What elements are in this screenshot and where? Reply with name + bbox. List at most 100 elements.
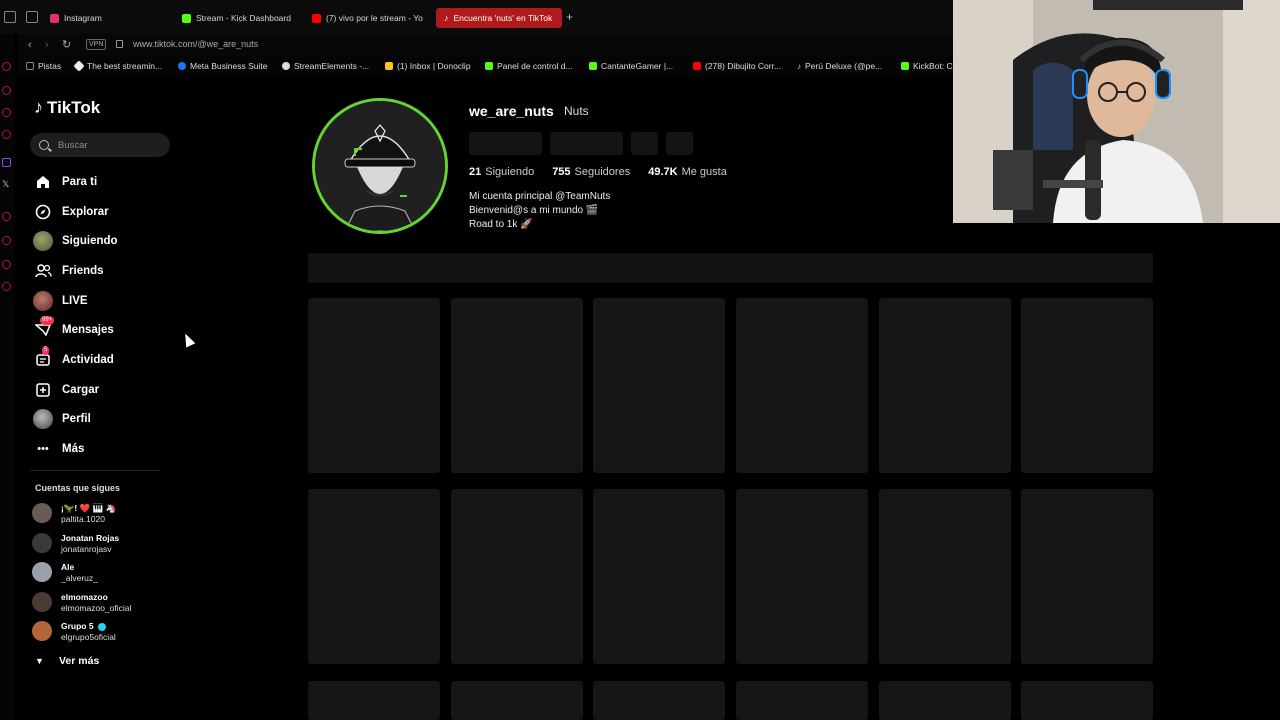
home-icon bbox=[32, 171, 54, 193]
nav-perfil[interactable]: Perfil bbox=[32, 405, 172, 435]
video-thumbnail-placeholder[interactable] bbox=[593, 681, 725, 720]
video-thumbnail-placeholder[interactable] bbox=[879, 489, 1011, 664]
panel-icon[interactable] bbox=[2, 236, 11, 245]
video-thumbnail-placeholder[interactable] bbox=[1021, 298, 1153, 473]
video-thumbnail-placeholder[interactable] bbox=[1021, 681, 1153, 720]
nav-explorar[interactable]: Explorar bbox=[32, 197, 172, 227]
lock-icon[interactable] bbox=[116, 40, 123, 48]
bookmark-item[interactable]: Pistas bbox=[26, 61, 61, 71]
verified-icon bbox=[97, 623, 106, 632]
nav-cargar[interactable]: Cargar bbox=[32, 375, 172, 405]
bookmark-item[interactable]: KickBot: C bbox=[901, 61, 953, 71]
video-thumbnail-placeholder[interactable] bbox=[451, 298, 583, 473]
address-bar: ‹ › ↻ VPN www.tiktok.com/@we_are_nuts bbox=[18, 34, 955, 56]
panel-icon[interactable] bbox=[2, 282, 11, 291]
panel-icon[interactable] bbox=[2, 130, 11, 139]
browser-tab-bar: Instagram Stream - Kick Dashboard (7) vi… bbox=[0, 0, 955, 34]
share-button[interactable] bbox=[666, 132, 693, 155]
settings-button[interactable] bbox=[631, 132, 658, 155]
following-account[interactable]: ¡🦖! ❤️ 🎹 🦄 paltita.1020 bbox=[32, 500, 172, 530]
see-more-button[interactable]: ▼ Ver más bbox=[35, 655, 99, 667]
tab-youtube[interactable]: (7) vivo por le stream - Yo bbox=[312, 9, 428, 27]
sidebar-nav: Para ti Explorar Siguiendo Friends LIVE … bbox=[32, 167, 172, 464]
bookmark-item[interactable]: (1) Inbox | Donoclip bbox=[385, 61, 471, 71]
search-input[interactable]: Buscar bbox=[30, 133, 170, 157]
bookmark-item[interactable]: CantanteGamer |... bbox=[589, 61, 673, 71]
tab-search-icon[interactable] bbox=[4, 11, 16, 23]
bio-line: Mi cuenta principal @TeamNuts bbox=[469, 191, 611, 202]
search-placeholder: Buscar bbox=[58, 139, 88, 151]
tiktok-favicon: ♪ bbox=[797, 61, 801, 71]
back-icon[interactable]: ‹ bbox=[28, 39, 32, 51]
nav-live[interactable]: LIVE bbox=[32, 286, 172, 316]
chevron-down-icon: ▼ bbox=[35, 656, 44, 666]
x-icon[interactable]: 𝕏 bbox=[2, 180, 11, 189]
bookmark-item[interactable]: Meta Business Suite bbox=[178, 61, 267, 71]
following-account[interactable]: Ale _alveruz_ bbox=[32, 559, 172, 589]
video-thumbnail-placeholder[interactable] bbox=[1021, 489, 1153, 664]
bookmark-item[interactable]: The best streamin... bbox=[73, 60, 162, 72]
compass-icon bbox=[32, 201, 54, 223]
nav-para-ti[interactable]: Para ti bbox=[32, 167, 172, 197]
profile-avatar[interactable] bbox=[312, 98, 448, 234]
forward-icon[interactable]: › bbox=[45, 39, 49, 51]
live-avatar-icon bbox=[32, 290, 54, 312]
video-thumbnail-placeholder[interactable] bbox=[736, 298, 868, 473]
panel-icon[interactable] bbox=[2, 86, 11, 95]
panel-icon[interactable] bbox=[2, 212, 11, 221]
nav-friends[interactable]: Friends bbox=[32, 256, 172, 286]
activity-icon: 5 bbox=[32, 345, 54, 371]
friends-icon bbox=[32, 260, 54, 282]
tab-kick-dashboard[interactable]: Stream - Kick Dashboard bbox=[182, 9, 302, 27]
nav-siguiendo[interactable]: Siguiendo bbox=[32, 226, 172, 256]
panel-icon[interactable] bbox=[2, 108, 11, 117]
video-thumbnail-placeholder[interactable] bbox=[879, 681, 1011, 720]
profile-avatar-icon bbox=[32, 408, 54, 430]
bookmark-item[interactable]: StreamElements -... bbox=[282, 61, 369, 71]
video-thumbnail-placeholder[interactable] bbox=[308, 489, 440, 664]
logo-text: TikTok bbox=[47, 97, 101, 117]
profile-stats: 21 Siguiendo 755 Seguidores 49.7K Me gusta bbox=[469, 166, 727, 178]
twitch-icon[interactable] bbox=[2, 158, 11, 167]
following-count[interactable]: 21 Siguiendo bbox=[469, 166, 534, 178]
edit-profile-button[interactable] bbox=[469, 132, 542, 155]
promote-button[interactable] bbox=[550, 132, 623, 155]
tab-label: (7) vivo por le stream - Yo bbox=[326, 13, 423, 23]
workspaces-icon[interactable] bbox=[26, 11, 38, 23]
sidebar-divider bbox=[30, 470, 160, 471]
video-thumbnail-placeholder[interactable] bbox=[308, 298, 440, 473]
mouse-cursor bbox=[180, 331, 196, 348]
followers-count[interactable]: 755 Seguidores bbox=[552, 166, 630, 178]
bookmark-item[interactable]: Panel de control d... bbox=[485, 61, 573, 71]
video-thumbnail-placeholder[interactable] bbox=[451, 489, 583, 664]
new-tab-button[interactable]: + bbox=[566, 10, 573, 24]
following-account[interactable]: Jonatan Rojas jonatanrojasv bbox=[32, 530, 172, 560]
url-field[interactable]: www.tiktok.com/@we_are_nuts bbox=[133, 39, 258, 49]
following-account[interactable]: elmomazoo elmomazoo_oficial bbox=[32, 589, 172, 619]
nav-actividad[interactable]: 5 Actividad bbox=[32, 345, 172, 375]
video-thumbnail-placeholder[interactable] bbox=[451, 681, 583, 720]
folder-icon bbox=[26, 62, 34, 70]
panel-icon[interactable] bbox=[2, 62, 11, 71]
tab-tiktok-active[interactable]: ♪ Encuentra 'nuts' en TikTok bbox=[436, 8, 562, 28]
video-thumbnail-placeholder[interactable] bbox=[593, 298, 725, 473]
panel-icon[interactable] bbox=[2, 260, 11, 269]
tiktok-logo[interactable]: ♪ TikTok bbox=[34, 97, 100, 118]
bio-line: Road to 1k 🚀 bbox=[469, 219, 533, 230]
bookmark-item[interactable]: (278) Dibujito Corr... bbox=[693, 61, 781, 71]
nav-mas[interactable]: ••• Más bbox=[32, 434, 172, 464]
video-thumbnail-placeholder[interactable] bbox=[593, 489, 725, 664]
video-thumbnail-placeholder[interactable] bbox=[308, 681, 440, 720]
bookmark-item[interactable]: ♪ Perú Deluxe (@pe... bbox=[797, 61, 882, 71]
nav-mensajes[interactable]: 99+ Mensajes bbox=[32, 315, 172, 345]
following-account[interactable]: Grupo 5 elgrupo5oficial bbox=[32, 618, 172, 648]
likes-count: 49.7K Me gusta bbox=[648, 166, 727, 178]
tab-instagram[interactable]: Instagram bbox=[50, 9, 102, 27]
video-thumbnail-placeholder[interactable] bbox=[879, 298, 1011, 473]
video-thumbnail-placeholder[interactable] bbox=[736, 681, 868, 720]
following-list: ¡🦖! ❤️ 🎹 🦄 paltita.1020 Jonatan Rojas jo… bbox=[32, 500, 172, 648]
vpn-badge[interactable]: VPN bbox=[86, 39, 107, 50]
video-thumbnail-placeholder[interactable] bbox=[736, 489, 868, 664]
tab-label: Encuentra 'nuts' en TikTok bbox=[453, 13, 553, 23]
reload-icon[interactable]: ↻ bbox=[62, 39, 71, 51]
